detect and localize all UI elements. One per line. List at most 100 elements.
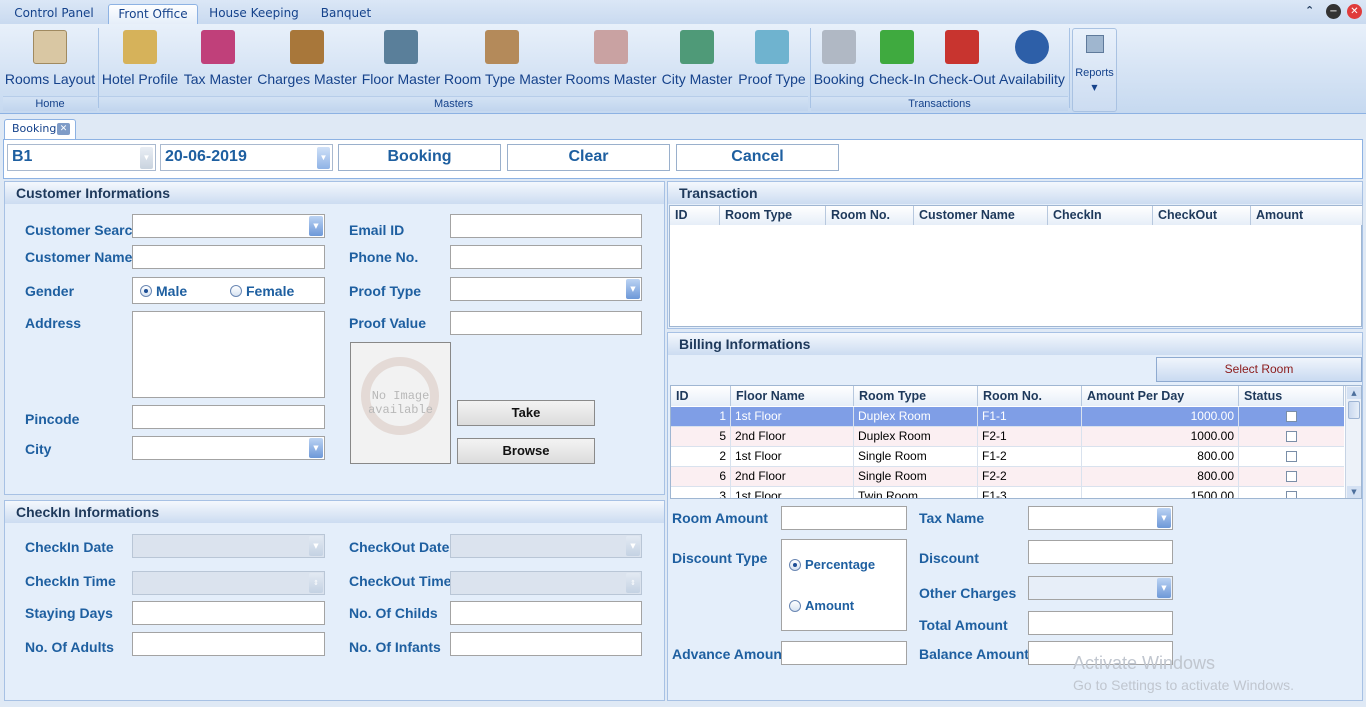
chevron-down-icon[interactable]: ▼ (626, 536, 640, 556)
chevron-down-icon[interactable]: ▼ (317, 147, 330, 169)
check-in-button[interactable]: Check-In (869, 26, 925, 92)
booking-button[interactable]: Booking (813, 26, 865, 92)
billing-col-header[interactable]: Amount Per Day (1082, 386, 1239, 406)
tab-control-panel[interactable]: Control Panel (8, 4, 100, 24)
table-row[interactable]: 3 1st Floor Twin Room F1-3 1500.00 (671, 487, 1344, 498)
table-row[interactable]: 1 1st Floor Duplex Room F1-1 1000.00 (671, 407, 1344, 427)
cell-amount: 1000.00 (1082, 427, 1239, 447)
hotel-profile-button[interactable]: Hotel Profile (101, 26, 179, 92)
booking-submit-button[interactable]: Booking (338, 144, 501, 171)
availability-button[interactable]: Availability (998, 26, 1066, 92)
take-photo-button[interactable]: Take (457, 400, 595, 426)
transaction-grid[interactable]: ID Room Type Room No. Customer Name CheckIn C… (669, 205, 1363, 327)
booking-number-combo[interactable]: B1 ▼ (7, 144, 156, 171)
billing-col-header[interactable]: Room Type (854, 386, 978, 406)
total-amount-input[interactable] (1028, 611, 1173, 635)
billing-col-header[interactable]: Status (1239, 386, 1344, 406)
spinner-arrows-icon[interactable]: ⇕ (626, 573, 640, 593)
table-row[interactable]: 6 2nd Floor Single Room F2-2 800.00 (671, 467, 1344, 487)
scroll-up-icon[interactable]: ▲ (1347, 387, 1361, 399)
status-checkbox[interactable] (1286, 451, 1297, 462)
staying-days-input[interactable] (132, 601, 325, 625)
status-checkbox[interactable] (1286, 471, 1297, 482)
other-charges-combo[interactable]: ▼ (1028, 576, 1173, 600)
phone-input[interactable] (450, 245, 642, 269)
checkout-time-spinner[interactable]: ⇕ (450, 571, 642, 595)
checkin-time-spinner[interactable]: ⇕ (132, 571, 325, 595)
tab-banquet[interactable]: Banquet (315, 4, 377, 24)
tab-house-keeping[interactable]: House Keeping (208, 4, 300, 24)
doc-tab-booking[interactable]: Booking ✕ (4, 119, 76, 139)
minimize-icon[interactable]: − (1326, 4, 1341, 19)
customer-search-combo[interactable]: ▼ (132, 214, 325, 238)
browse-button[interactable]: Browse (457, 438, 595, 464)
rooms-layout-button[interactable]: Rooms Layout (4, 26, 96, 92)
check-out-button[interactable]: Check-Out (928, 26, 996, 92)
table-row[interactable]: 2 1st Floor Single Room F1-2 800.00 (671, 447, 1344, 467)
female-radio[interactable] (230, 285, 242, 297)
transaction-col-header[interactable]: Room No. (826, 206, 914, 225)
scroll-down-icon[interactable]: ▼ (1347, 486, 1361, 498)
booking-date-picker[interactable]: 20-06-2019 ▼ (160, 144, 333, 171)
pincode-input[interactable] (132, 405, 325, 429)
tax-master-button[interactable]: Tax Master (182, 26, 254, 92)
room-amount-label: Room Amount (672, 510, 768, 526)
transaction-col-header[interactable]: Amount (1251, 206, 1363, 225)
email-field[interactable] (450, 214, 642, 238)
status-checkbox[interactable] (1286, 411, 1297, 422)
room-type-master-button[interactable]: Room Type Master (444, 26, 562, 92)
chevron-down-icon[interactable]: ▼ (309, 216, 323, 236)
billing-grid[interactable]: ID Floor Name Room Type Room No. Amount Per … (670, 385, 1362, 499)
transaction-col-header[interactable]: CheckIn (1048, 206, 1153, 225)
address-textarea[interactable] (132, 311, 325, 398)
chevron-down-icon[interactable]: ▼ (309, 536, 323, 556)
checkout-date-picker[interactable]: ▼ (450, 534, 642, 558)
adults-input[interactable] (132, 632, 325, 656)
chevron-down-icon[interactable]: ▼ (140, 147, 153, 169)
transaction-col-header[interactable]: Customer Name (914, 206, 1048, 225)
chevron-down-icon[interactable]: ▼ (1157, 508, 1171, 528)
status-checkbox[interactable] (1286, 491, 1297, 498)
spinner-arrows-icon[interactable]: ⇕ (309, 573, 323, 593)
transaction-col-header[interactable]: ID (670, 206, 720, 225)
amount-radio[interactable] (789, 600, 801, 612)
scroll-thumb[interactable] (1348, 401, 1360, 419)
proof-type-button[interactable]: Proof Type (736, 26, 808, 92)
transaction-col-header[interactable]: CheckOut (1153, 206, 1251, 225)
proof-type-combo[interactable]: ▼ (450, 277, 642, 301)
tab-front-office[interactable]: Front Office (108, 4, 198, 24)
cancel-button[interactable]: Cancel (676, 144, 839, 171)
customer-name-input[interactable] (132, 245, 325, 269)
childs-input[interactable] (450, 601, 642, 625)
advance-amount-input[interactable] (781, 641, 907, 665)
discount-input[interactable] (1028, 540, 1173, 564)
proof-value-input[interactable] (450, 311, 642, 335)
checkin-date-picker[interactable]: ▼ (132, 534, 325, 558)
percentage-radio[interactable] (789, 559, 801, 571)
billing-col-header[interactable]: Floor Name (731, 386, 854, 406)
city-master-button[interactable]: City Master (661, 26, 733, 92)
rooms-master-button[interactable]: Rooms Master (564, 26, 658, 92)
city-combo[interactable]: ▼ (132, 436, 325, 460)
billing-col-header[interactable]: ID (671, 386, 731, 406)
charges-master-button[interactable]: Charges Master (257, 26, 357, 92)
floor-master-button[interactable]: Floor Master (360, 26, 442, 92)
chevron-down-icon[interactable]: ▼ (626, 279, 640, 299)
infants-input[interactable] (450, 632, 642, 656)
collapse-ribbon-icon[interactable]: ⌃ (1305, 4, 1317, 18)
transaction-col-header[interactable]: Room Type (720, 206, 826, 225)
billing-scrollbar[interactable]: ▲ ▼ (1345, 386, 1361, 498)
reports-button[interactable]: Reports ▼ (1072, 28, 1117, 112)
select-room-button[interactable]: Select Room (1156, 357, 1362, 382)
male-radio[interactable] (140, 285, 152, 297)
close-tab-icon[interactable]: ✕ (57, 123, 70, 135)
tax-name-combo[interactable]: ▼ (1028, 506, 1173, 530)
status-checkbox[interactable] (1286, 431, 1297, 442)
clear-button[interactable]: Clear (507, 144, 670, 171)
table-row[interactable]: 5 2nd Floor Duplex Room F2-1 1000.00 (671, 427, 1344, 447)
room-amount-input[interactable] (781, 506, 907, 530)
chevron-down-icon[interactable]: ▼ (309, 438, 323, 458)
billing-col-header[interactable]: Room No. (978, 386, 1082, 406)
chevron-down-icon[interactable]: ▼ (1157, 578, 1171, 598)
close-icon[interactable]: ✕ (1347, 4, 1362, 19)
